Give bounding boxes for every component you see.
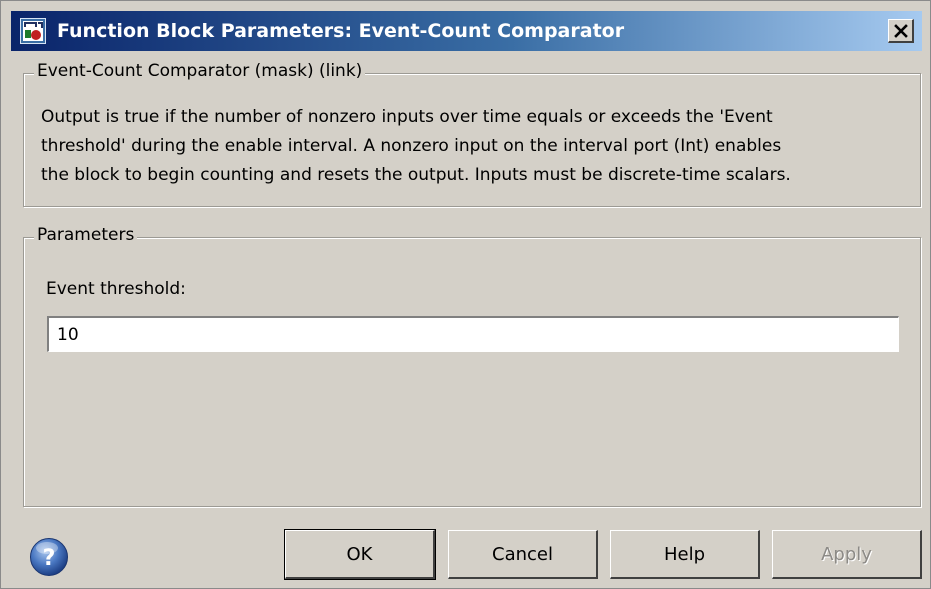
window-title: Function Block Parameters: Event-Count C… [57,20,625,42]
dialog-window: Function Block Parameters: Event-Count C… [0,0,931,589]
description-line-3: the block to begin counting and resets t… [41,165,791,185]
help-button[interactable]: Help [610,530,760,579]
description-group: Event-Count Comparator (mask) (link) Out… [23,61,921,207]
close-x-icon [893,23,908,38]
simulink-block-icon [20,18,46,44]
event-threshold-input[interactable] [47,316,899,352]
svg-text:?: ? [43,546,56,571]
parameters-group: Parameters Event threshold: [23,225,921,507]
title-bar[interactable]: Function Block Parameters: Event-Count C… [11,11,922,51]
description-line-2: threshold' during the enable interval. A… [41,136,782,156]
description-group-legend: Event-Count Comparator (mask) (link) [34,61,366,81]
description-line-1: Output is true if the number of nonzero … [41,107,773,127]
ok-button[interactable]: OK [284,529,436,580]
cancel-button[interactable]: Cancel [448,530,598,579]
close-button[interactable] [888,19,914,43]
event-threshold-label: Event threshold: [46,279,186,299]
apply-button[interactable]: Apply [772,530,922,579]
parameters-group-legend: Parameters [34,225,138,245]
question-mark-icon[interactable]: ? [29,537,69,577]
